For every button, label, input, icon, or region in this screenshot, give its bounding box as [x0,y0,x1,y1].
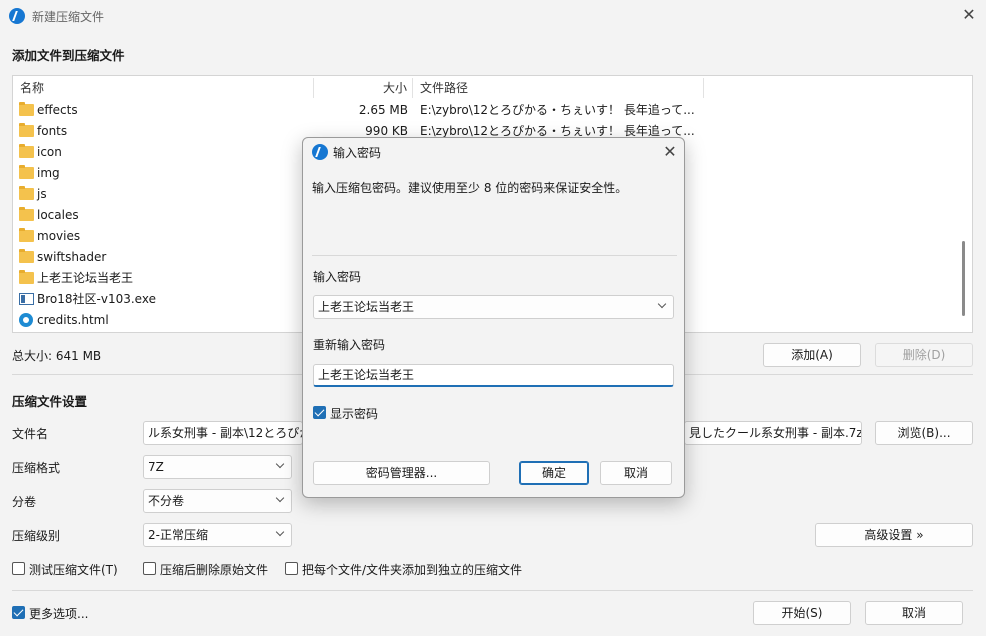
filename-input[interactable]: ル系女刑事 - 副本\12とろぴか [143,421,303,445]
reenter-password-input[interactable]: 上老王论坛当老王 [313,364,674,387]
column-header-path[interactable]: 文件路径 [420,76,468,100]
item-name: icon [37,145,62,159]
show-password-checkbox[interactable] [313,406,326,419]
add-files-title: 添加文件到压缩文件 [12,48,125,63]
cancel-button[interactable]: 取消 [865,601,963,625]
item-name: effects [37,103,78,117]
divider [12,590,973,591]
more-options-checkbox[interactable] [12,606,25,619]
format-label: 压缩格式 [12,461,61,475]
ok-button[interactable]: 确定 [519,461,589,485]
item-path: E:\zybro\12とろぴかる・ちぇいす！ 長年追って... [420,103,695,117]
split-select[interactable]: 不分卷 [143,489,292,513]
folder-icon [19,249,34,263]
folder-icon [19,144,34,158]
app-logo-icon [312,144,328,160]
password-combobox[interactable]: 上老王论坛当老王 [313,295,674,319]
level-value: 2-正常压缩 [148,528,208,542]
item-name: Bro18社区-v103.exe [37,292,156,306]
dialog-title: 输入密码 [333,146,382,160]
exe-icon [19,293,34,305]
chevron-down-icon [275,461,285,471]
folder-icon [19,186,34,200]
close-icon[interactable]: ✕ [662,144,678,160]
item-name: movies [37,229,81,243]
total-size: 总大小: 641 MB [12,349,102,363]
browse-button[interactable]: 浏览(B)... [875,421,973,445]
add-button[interactable]: 添加(A) [763,343,861,367]
show-password-label: 显示密码 [330,407,379,421]
list-item[interactable]: effects 2.65 MB E:\zybro\12とろぴかる・ちぇいす！ 長… [13,100,953,121]
chevron-down-icon [275,529,285,539]
level-label: 压缩级别 [12,529,61,543]
separate-archives-checkbox[interactable] [285,562,298,575]
column-divider [313,78,314,98]
column-header-size[interactable]: 大小 [383,76,407,100]
chevron-down-icon [657,301,667,311]
password-label: 输入密码 [313,270,362,284]
edge-html-icon [19,313,33,327]
divider [312,255,677,256]
dialog-hint: 输入压缩包密码。建议使用至少 8 位的密码来保证安全性。 [312,181,628,195]
app-logo-icon [9,8,25,24]
password-value: 上老王论坛当老王 [318,300,415,314]
scrollbar-thumb[interactable] [962,241,965,316]
format-select[interactable]: 7Z [143,455,292,479]
folder-icon [19,207,34,221]
item-name: js [37,187,47,201]
item-name: 上老王论坛当老王 [37,271,134,285]
chevron-down-icon [275,495,285,505]
folder-icon [19,102,34,116]
password-manager-button[interactable]: 密码管理器... [313,461,490,485]
reenter-label: 重新输入密码 [313,338,386,352]
split-value: 不分卷 [148,494,185,508]
close-icon[interactable]: ✕ [961,7,977,23]
split-label: 分卷 [12,495,37,509]
delete-after-label: 压缩后删除原始文件 [160,563,269,577]
item-name: locales [37,208,79,222]
password-dialog: 输入密码 ✕ 输入压缩包密码。建议使用至少 8 位的密码来保证安全性。 输入密码… [302,137,685,498]
test-archive-label: 测试压缩文件(T) [29,563,118,577]
filename-input-end[interactable]: 見したクール系女刑事 - 副本.7z [684,421,862,445]
column-divider [703,78,704,98]
folder-icon [19,123,34,137]
list-scrollbar[interactable] [956,76,972,332]
separate-archives-label: 把每个文件/文件夹添加到独立的压缩文件 [302,563,523,577]
column-divider [412,78,413,98]
window-title: 新建压缩文件 [32,10,105,24]
delete-after-checkbox[interactable] [143,562,156,575]
format-value: 7Z [148,460,164,474]
folder-icon [19,228,34,242]
start-button[interactable]: 开始(S) [753,601,851,625]
title-bar: 新建压缩文件 ✕ [0,0,986,32]
more-options-label: 更多选项... [29,607,89,621]
settings-title: 压缩文件设置 [12,394,88,409]
item-name: img [37,166,60,180]
delete-button[interactable]: 删除(D) [875,343,973,367]
item-name: credits.html [37,313,109,327]
test-archive-checkbox[interactable] [12,562,25,575]
item-name: fonts [37,124,68,138]
level-select[interactable]: 2-正常压缩 [143,523,292,547]
item-name: swiftshader [37,250,107,264]
folder-icon [19,165,34,179]
filename-label: 文件名 [12,427,49,441]
dialog-cancel-button[interactable]: 取消 [600,461,672,485]
column-header-name[interactable]: 名称 [20,76,44,100]
folder-icon [19,270,34,284]
item-size: 2.65 MB [358,103,408,117]
advanced-settings-button[interactable]: 高级设置 » [815,523,973,547]
